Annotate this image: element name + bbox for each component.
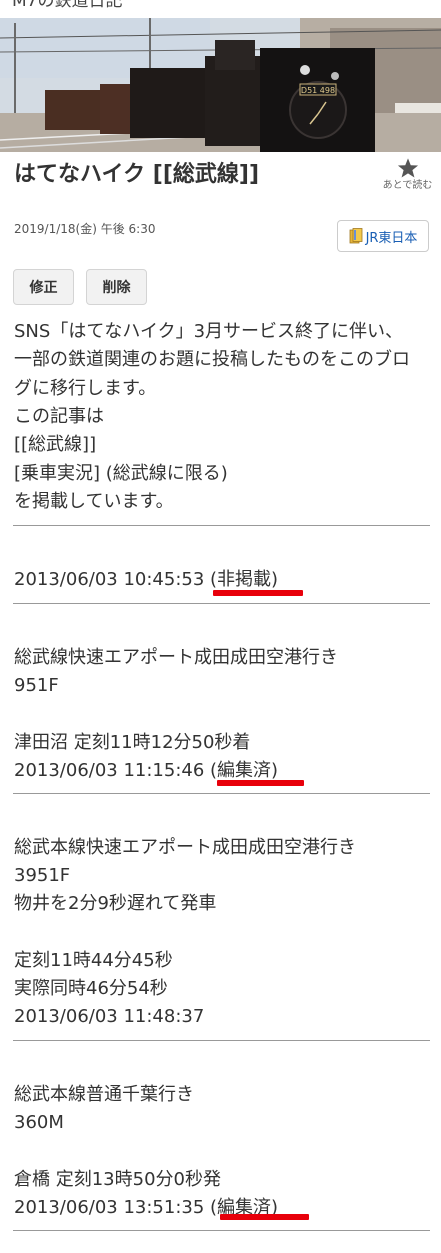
divider bbox=[13, 525, 430, 526]
post-timestamp: 2013/06/03 11:48:37 bbox=[14, 1006, 205, 1027]
steam-locomotive-photo: D51 498 bbox=[0, 18, 441, 152]
red-underline-mark bbox=[220, 1214, 309, 1220]
post-line: 総武本線普通千葉行き bbox=[14, 1084, 194, 1105]
read-later-button[interactable]: あとで読む bbox=[374, 153, 441, 200]
divider bbox=[13, 1230, 430, 1231]
read-later-label: あとで読む bbox=[382, 180, 433, 191]
post-line: 総武本線快速エアポート成田成田空港行き bbox=[14, 837, 356, 858]
blog-title[interactable]: M7の鉄道日記 bbox=[12, 0, 122, 11]
red-underline-mark bbox=[217, 780, 304, 786]
post-line: 定刻11時44分45秒 bbox=[14, 950, 173, 971]
intro-line: SNS「はてなハイク」3月サービス終了に伴い、 bbox=[14, 321, 404, 342]
intro-line: [[総武線]] bbox=[14, 434, 97, 455]
intro-line: この記事は bbox=[14, 406, 104, 427]
book-icon bbox=[349, 228, 362, 244]
post-line: 951F bbox=[14, 675, 59, 696]
post-line: 倉橋 定刻13時50分0秒発 bbox=[14, 1169, 221, 1190]
intro-line: 一部の鉄道関連のお題に投稿したものをこのブロ bbox=[14, 349, 410, 370]
plate-text: D51 498 bbox=[301, 86, 335, 95]
entry-date: 2019/1/18(金) 午後 6:30 bbox=[14, 222, 156, 236]
intro-line: を掲載しています。 bbox=[14, 491, 174, 512]
divider bbox=[13, 793, 430, 794]
intro-line: グに移行します。 bbox=[14, 378, 157, 399]
post-line: 物井を2分9秒遅れて発車 bbox=[14, 893, 217, 914]
edit-button[interactable]: 修正 bbox=[13, 269, 74, 305]
intro-line: [乗車実況] (総武線に限る) bbox=[14, 463, 228, 484]
post-line: 総武線快速エアポート成田成田空港行き bbox=[14, 647, 338, 668]
category-tag[interactable]: JR東日本 bbox=[337, 220, 429, 252]
post-line: 360M bbox=[14, 1112, 64, 1133]
header-image: D51 498 bbox=[0, 18, 441, 152]
category-label: JR東日本 bbox=[365, 230, 418, 246]
entry-title[interactable]: はてなハイク [[総武線]] bbox=[14, 160, 364, 190]
divider bbox=[13, 1040, 430, 1041]
red-underline-mark bbox=[213, 590, 303, 596]
delete-button[interactable]: 削除 bbox=[86, 269, 147, 305]
post-line: 津田沼 定刻11時12分50秒着 bbox=[14, 732, 251, 753]
star-icon bbox=[397, 158, 418, 178]
post-line: 実際同時46分54秒 bbox=[14, 978, 168, 999]
post-line: 3951F bbox=[14, 865, 71, 886]
divider bbox=[13, 603, 430, 604]
